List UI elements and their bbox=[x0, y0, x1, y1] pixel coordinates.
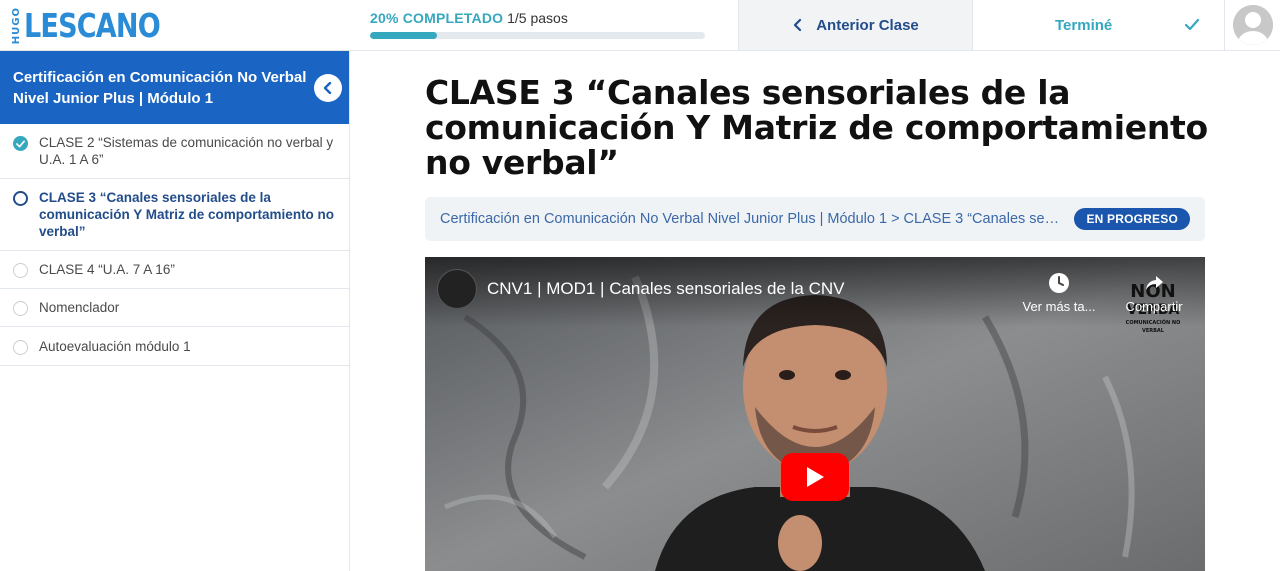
check-icon bbox=[1184, 18, 1200, 31]
breadcrumb: Certificación en Comunicación No Verbal … bbox=[425, 197, 1205, 241]
progress-percent: 20% COMPLETADO bbox=[370, 10, 504, 26]
completed-check-icon bbox=[13, 136, 28, 151]
lesson-label: CLASE 3 “Canales sensoriales de la comun… bbox=[39, 190, 335, 239]
previous-lesson-label: Anterior Clase bbox=[816, 16, 919, 34]
play-icon bbox=[807, 467, 824, 487]
share-arrow-icon bbox=[1146, 276, 1163, 290]
user-placeholder-icon bbox=[1232, 5, 1273, 45]
progress-bar bbox=[370, 32, 705, 39]
status-badge: EN PROGRESO bbox=[1074, 208, 1190, 230]
breadcrumb-link[interactable]: Certificación en Comunicación No Verbal … bbox=[440, 211, 1065, 227]
sidebar-header: Certificación en Comunicación No Verbal … bbox=[0, 51, 349, 124]
lesson-item-clase-3[interactable]: CLASE 3 “Canales sensoriales de la comun… bbox=[0, 179, 349, 251]
progress-steps: 1/5 pasos bbox=[507, 10, 568, 26]
lesson-item-clase-4[interactable]: CLASE 4 “U.A. 7 A 16” bbox=[0, 251, 349, 289]
lesson-label: Autoevaluación módulo 1 bbox=[39, 339, 191, 354]
clock-icon bbox=[1049, 273, 1069, 293]
collapse-sidebar-button[interactable] bbox=[314, 74, 342, 102]
share-label: Compartir bbox=[1125, 299, 1183, 314]
mark-complete-button[interactable]: Terminé bbox=[974, 0, 1224, 50]
lesson-label: CLASE 2 “Sistemas de comunicación no ver… bbox=[39, 135, 334, 167]
lesson-item-clase-2[interactable]: CLASE 2 “Sistemas de comunicación no ver… bbox=[0, 124, 349, 179]
logo-small-text: HUGO bbox=[11, 7, 22, 45]
logo-subtitle: COMUNICACIÓN NO VERBAL bbox=[1125, 320, 1181, 334]
lesson-label: CLASE 4 “U.A. 7 A 16” bbox=[39, 262, 175, 277]
pending-circle-icon bbox=[13, 301, 28, 316]
current-lesson-circle-icon bbox=[13, 191, 28, 206]
video-player[interactable]: CNV1 | MOD1 | Canales sensoriales de la … bbox=[425, 257, 1205, 571]
page-title: CLASE 3 “Canales sensoriales de la comun… bbox=[425, 73, 1208, 182]
course-progress: 20% COMPLETADO 1/5 pasos bbox=[370, 10, 705, 39]
pending-circle-icon bbox=[13, 340, 28, 355]
progress-label: 20% COMPLETADO 1/5 pasos bbox=[370, 10, 705, 26]
lesson-label: Nomenclador bbox=[39, 300, 120, 315]
mark-complete-label: Terminé bbox=[1055, 16, 1113, 34]
chevron-left-icon bbox=[794, 18, 802, 32]
previous-lesson-button[interactable]: Anterior Clase bbox=[738, 0, 973, 50]
lesson-item-autoevaluacion[interactable]: Autoevaluación módulo 1 bbox=[0, 327, 349, 366]
play-button[interactable] bbox=[781, 453, 849, 501]
avatar[interactable] bbox=[1232, 5, 1273, 45]
user-menu[interactable] bbox=[1224, 0, 1280, 50]
progress-bar-fill bbox=[370, 32, 437, 39]
share-button[interactable]: Compartir bbox=[1119, 271, 1189, 314]
course-sidebar: Certificación en Comunicación No Verbal … bbox=[0, 51, 350, 571]
top-bar: HUGO LESCANO 20% COMPLETADO 1/5 pasos An… bbox=[0, 0, 1280, 51]
lesson-item-nomenclador[interactable]: Nomenclador bbox=[0, 289, 349, 327]
pending-circle-icon bbox=[13, 263, 28, 278]
chevron-left-icon bbox=[323, 82, 332, 94]
channel-avatar[interactable] bbox=[437, 269, 477, 309]
watch-later-label: Ver más ta... bbox=[1022, 299, 1096, 314]
video-title[interactable]: CNV1 | MOD1 | Canales sensoriales de la … bbox=[487, 279, 844, 299]
sidebar-course-title: Certificación en Comunicación No Verbal … bbox=[13, 69, 307, 107]
watch-later-button[interactable]: Ver más ta... bbox=[1019, 271, 1099, 314]
site-logo[interactable]: HUGO LESCANO bbox=[11, 6, 190, 46]
logo-big-text: LESCANO bbox=[24, 6, 161, 45]
lesson-content: CLASE 3 “Canales sensoriales de la comun… bbox=[351, 51, 1280, 571]
